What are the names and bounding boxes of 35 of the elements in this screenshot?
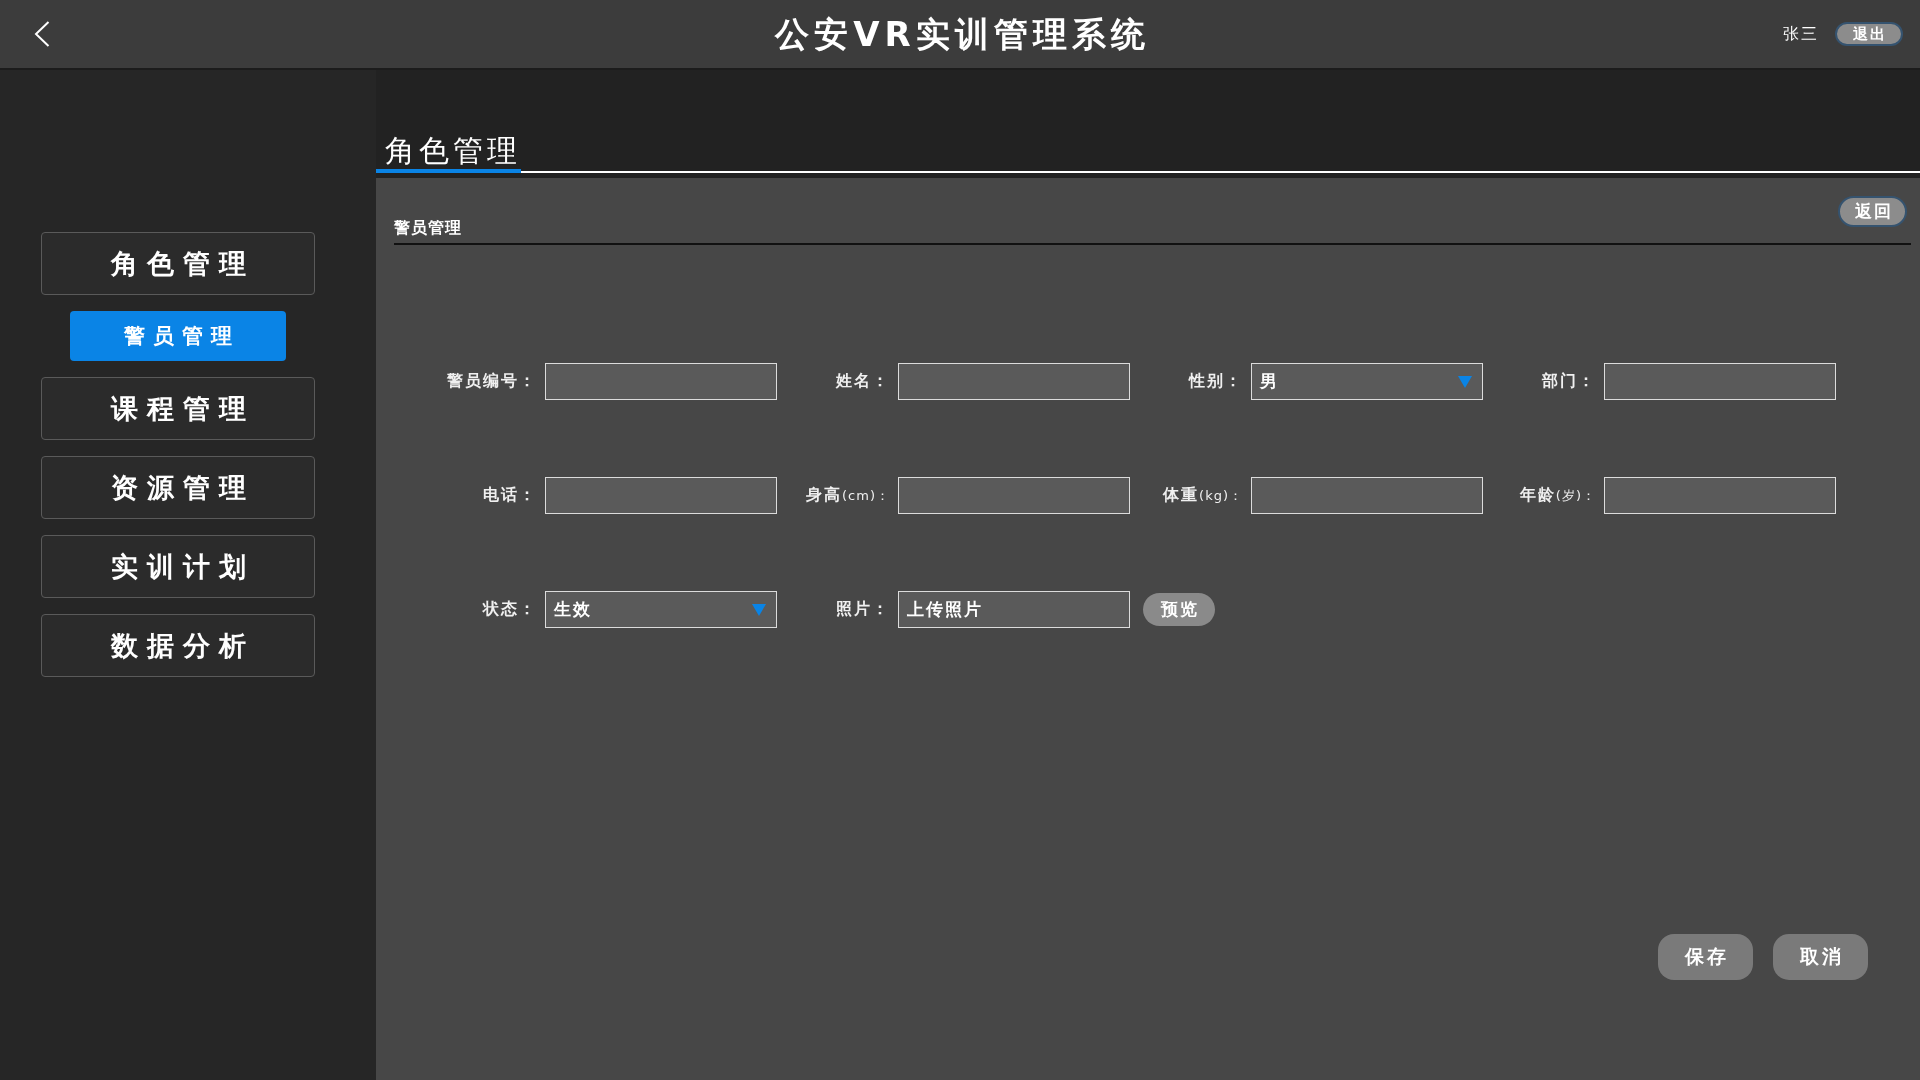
field-label: 部门： bbox=[1541, 371, 1596, 392]
app-title: 公安VR实训管理系统 bbox=[773, 14, 1150, 54]
input-field[interactable] bbox=[545, 363, 777, 400]
sidebar-item[interactable]: 资源管理 bbox=[41, 456, 315, 519]
back-icon[interactable] bbox=[34, 21, 50, 47]
sidebar-item[interactable]: 课程管理 bbox=[41, 377, 315, 440]
cancel-button[interactable]: 取消 bbox=[1773, 934, 1868, 980]
upload-field[interactable]: 上传照片 bbox=[898, 591, 1130, 628]
sidebar-item[interactable]: 实训计划 bbox=[41, 535, 315, 598]
input-field[interactable] bbox=[898, 477, 1130, 514]
field-label: 状态： bbox=[481, 599, 537, 620]
dropdown-field[interactable]: 生效 bbox=[545, 591, 777, 628]
input-field[interactable] bbox=[545, 477, 777, 514]
caret-icon bbox=[752, 603, 766, 616]
field-label: 电话： bbox=[482, 485, 537, 506]
field-label: 身高(cm)： bbox=[805, 485, 890, 506]
input-field[interactable] bbox=[898, 363, 1130, 400]
field-label: 照片： bbox=[835, 599, 890, 620]
section-title: 警员管理 bbox=[394, 218, 462, 239]
field-label: 警员编号： bbox=[446, 371, 537, 392]
input-field[interactable] bbox=[1251, 477, 1483, 514]
field-label: 年龄(岁)： bbox=[1518, 485, 1596, 506]
input-field[interactable] bbox=[1604, 363, 1836, 400]
sidebar-subitem[interactable]: 警员管理 bbox=[70, 311, 286, 361]
dropdown-field[interactable]: 男 bbox=[1251, 363, 1483, 400]
field-label: 体重(kg)： bbox=[1161, 485, 1243, 506]
sidebar-item[interactable]: 角色管理 bbox=[41, 232, 315, 295]
save-button[interactable]: 保存 bbox=[1658, 934, 1753, 980]
sidebar-item[interactable]: 数据分析 bbox=[41, 614, 315, 677]
page-tab[interactable]: 角色管理 bbox=[376, 134, 521, 173]
caret-icon bbox=[1458, 375, 1472, 388]
input-field[interactable] bbox=[1604, 477, 1836, 514]
field-label: 姓名： bbox=[834, 371, 890, 392]
field-label: 性别： bbox=[1187, 371, 1243, 392]
user-name: 张三 bbox=[1783, 23, 1819, 45]
